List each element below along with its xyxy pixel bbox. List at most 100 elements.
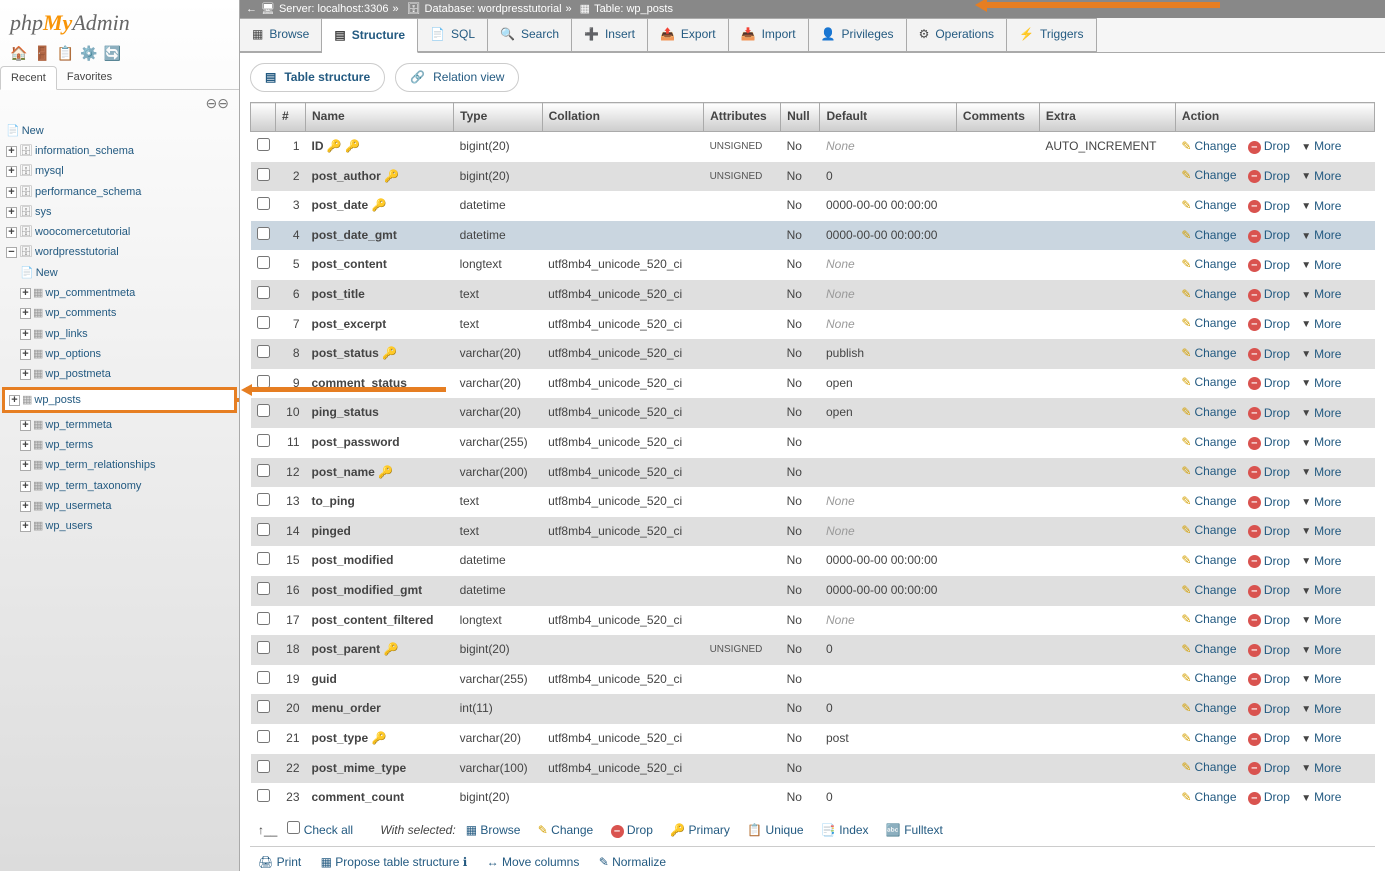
drop-link[interactable]: –Drop bbox=[1248, 731, 1290, 747]
row-checkbox[interactable] bbox=[257, 700, 270, 713]
row-checkbox[interactable] bbox=[257, 671, 270, 684]
tab-search[interactable]: 🔍Search bbox=[488, 18, 572, 52]
expand-icon[interactable]: + bbox=[20, 521, 31, 532]
more-link[interactable]: ▼More bbox=[1301, 169, 1341, 185]
recent-tab[interactable]: Recent bbox=[0, 66, 57, 90]
tree-db-mysql[interactable]: +🗄mysql bbox=[6, 161, 233, 181]
expand-icon[interactable]: + bbox=[6, 187, 17, 198]
more-link[interactable]: ▼More bbox=[1301, 761, 1341, 777]
drop-link[interactable]: –Drop bbox=[1248, 583, 1290, 599]
change-link[interactable]: ✎Change bbox=[1181, 553, 1236, 569]
tree-db-wordpresstutorial[interactable]: −🗄wordpresstutorial bbox=[6, 242, 233, 262]
expand-icon[interactable]: + bbox=[9, 395, 20, 406]
refresh-icon[interactable]: 🔄 bbox=[104, 45, 127, 61]
tree-db-sys[interactable]: +🗄sys bbox=[6, 202, 233, 222]
tree-table-wp_options[interactable]: +▦wp_options bbox=[6, 344, 233, 364]
more-link[interactable]: ▼More bbox=[1301, 613, 1341, 629]
propose-link[interactable]: ▦ Propose table structure ℹ bbox=[321, 855, 468, 869]
drop-link[interactable]: –Drop bbox=[1248, 258, 1290, 274]
tree-table-wp_usermeta[interactable]: +▦wp_usermeta bbox=[6, 496, 233, 516]
tab-privileges[interactable]: 👤Privileges bbox=[809, 18, 907, 52]
row-checkbox[interactable] bbox=[257, 552, 270, 565]
change-link[interactable]: ✎Change bbox=[1181, 257, 1236, 273]
breadcrumb-server[interactable]: localhost:3306 bbox=[318, 2, 389, 16]
connection-icon[interactable]: ⊖⊖ bbox=[206, 95, 229, 111]
more-link[interactable]: ▼More bbox=[1301, 554, 1341, 570]
drop-link[interactable]: –Drop bbox=[1248, 761, 1290, 777]
drop-link[interactable]: –Drop bbox=[1248, 495, 1290, 511]
breadcrumb-table[interactable]: wp_posts bbox=[626, 2, 672, 16]
change-link[interactable]: ✎Change bbox=[1181, 464, 1236, 480]
expand-icon[interactable]: + bbox=[20, 420, 31, 431]
favorites-tab[interactable]: Favorites bbox=[57, 66, 122, 89]
drop-link[interactable]: –Drop bbox=[1248, 643, 1290, 659]
change-link[interactable]: ✎Change bbox=[1181, 760, 1236, 776]
drop-link[interactable]: –Drop bbox=[1248, 435, 1290, 451]
tree-table-wp_users[interactable]: +▦wp_users bbox=[6, 516, 233, 536]
more-link[interactable]: ▼More bbox=[1301, 790, 1341, 806]
ws-drop[interactable]: – Drop bbox=[611, 823, 653, 837]
more-link[interactable]: ▼More bbox=[1301, 406, 1341, 422]
change-link[interactable]: ✎Change bbox=[1181, 316, 1236, 332]
row-checkbox[interactable] bbox=[257, 434, 270, 447]
more-link[interactable]: ▼More bbox=[1301, 672, 1341, 688]
tree-table-wp_links[interactable]: +▦wp_links bbox=[6, 324, 233, 344]
row-checkbox[interactable] bbox=[257, 404, 270, 417]
row-checkbox[interactable] bbox=[257, 730, 270, 743]
tab-operations[interactable]: ⚙Operations bbox=[907, 18, 1007, 52]
expand-icon[interactable]: + bbox=[20, 308, 31, 319]
drop-link[interactable]: –Drop bbox=[1248, 672, 1290, 688]
tab-export[interactable]: 📤Export bbox=[648, 18, 729, 52]
change-link[interactable]: ✎Change bbox=[1181, 523, 1236, 539]
more-link[interactable]: ▼More bbox=[1301, 376, 1341, 392]
drop-link[interactable]: –Drop bbox=[1248, 613, 1290, 629]
back-icon[interactable]: ← bbox=[246, 2, 257, 16]
drop-link[interactable]: –Drop bbox=[1248, 554, 1290, 570]
more-link[interactable]: ▼More bbox=[1301, 702, 1341, 718]
relation-view-button[interactable]: 🔗Relation view bbox=[395, 63, 519, 93]
tab-sql[interactable]: 📄SQL bbox=[418, 18, 488, 52]
more-link[interactable]: ▼More bbox=[1301, 228, 1341, 244]
change-link[interactable]: ✎Change bbox=[1181, 494, 1236, 510]
tree-table-wp_termmeta[interactable]: +▦wp_termmeta bbox=[6, 415, 233, 435]
expand-icon[interactable]: + bbox=[20, 369, 31, 380]
tree-table-wp_terms[interactable]: +▦wp_terms bbox=[6, 435, 233, 455]
expand-icon[interactable]: + bbox=[20, 349, 31, 360]
tab-browse[interactable]: ▦Browse bbox=[240, 18, 322, 52]
expand-icon[interactable]: + bbox=[20, 501, 31, 512]
tree-table-wp_postmeta[interactable]: +▦wp_postmeta bbox=[6, 364, 233, 384]
change-link[interactable]: ✎Change bbox=[1181, 790, 1236, 806]
change-link[interactable]: ✎Change bbox=[1181, 346, 1236, 362]
more-link[interactable]: ▼More bbox=[1301, 347, 1341, 363]
docs-icon[interactable]: 📋 bbox=[57, 45, 80, 61]
row-checkbox[interactable] bbox=[257, 464, 270, 477]
row-checkbox[interactable] bbox=[257, 227, 270, 240]
change-link[interactable]: ✎Change bbox=[1181, 642, 1236, 658]
tree-new-table[interactable]: 📄New bbox=[6, 263, 233, 283]
tree-db-woocomercetutorial[interactable]: +🗄woocomercetutorial bbox=[6, 222, 233, 242]
drop-link[interactable]: –Drop bbox=[1248, 347, 1290, 363]
change-link[interactable]: ✎Change bbox=[1181, 168, 1236, 184]
row-checkbox[interactable] bbox=[257, 760, 270, 773]
drop-link[interactable]: –Drop bbox=[1248, 790, 1290, 806]
row-checkbox[interactable] bbox=[257, 493, 270, 506]
drop-link[interactable]: –Drop bbox=[1248, 524, 1290, 540]
ws-browse[interactable]: ▦ Browse bbox=[466, 823, 521, 837]
drop-link[interactable]: –Drop bbox=[1248, 465, 1290, 481]
help-icon[interactable]: ℹ bbox=[463, 855, 468, 869]
tree-table-wp_commentmeta[interactable]: +▦wp_commentmeta bbox=[6, 283, 233, 303]
tree-db-information_schema[interactable]: +🗄information_schema bbox=[6, 141, 233, 161]
row-checkbox[interactable] bbox=[257, 316, 270, 329]
home-icon[interactable]: 🏠 bbox=[10, 45, 33, 61]
settings-icon[interactable]: ⚙️ bbox=[80, 45, 103, 61]
change-link[interactable]: ✎Change bbox=[1181, 228, 1236, 244]
change-link[interactable]: ✎Change bbox=[1181, 701, 1236, 717]
drop-link[interactable]: –Drop bbox=[1248, 287, 1290, 303]
change-link[interactable]: ✎Change bbox=[1181, 287, 1236, 303]
drop-link[interactable]: –Drop bbox=[1248, 228, 1290, 244]
logout-icon[interactable]: 🚪 bbox=[33, 45, 56, 61]
check-all[interactable] bbox=[287, 821, 300, 834]
check-all-link[interactable]: Check all bbox=[304, 823, 353, 837]
change-link[interactable]: ✎Change bbox=[1181, 612, 1236, 628]
more-link[interactable]: ▼More bbox=[1301, 199, 1341, 215]
